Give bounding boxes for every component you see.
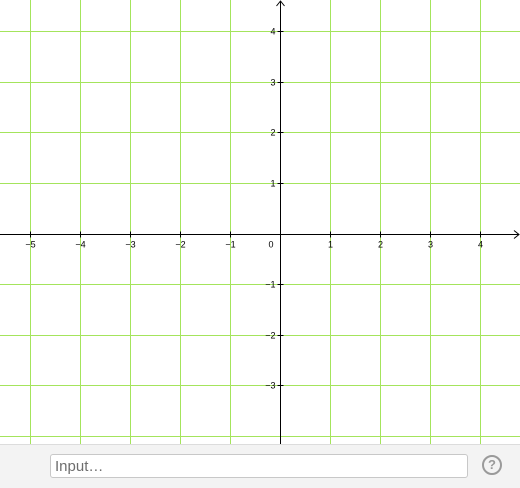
x-tick-label: −1 bbox=[225, 240, 235, 250]
algebra-input-field[interactable] bbox=[50, 454, 468, 478]
graphics-view[interactable]: −5 −4 −3 −2 −1 1 2 3 4 4 3 2 1 −1 −2 −3 0 bbox=[0, 0, 520, 444]
input-bar: ? bbox=[0, 444, 520, 488]
coordinate-plane[interactable]: −5 −4 −3 −2 −1 1 2 3 4 4 3 2 1 −1 −2 −3 0 bbox=[0, 0, 520, 444]
x-tick-label: 4 bbox=[478, 240, 483, 250]
y-tick-label: 4 bbox=[270, 27, 275, 37]
x-tick-label: −2 bbox=[175, 240, 185, 250]
y-tick-label: −1 bbox=[265, 280, 275, 290]
y-tick-label: 2 bbox=[270, 128, 275, 138]
y-tick-label: −3 bbox=[265, 381, 275, 391]
x-tick-label: −4 bbox=[75, 240, 85, 250]
x-tick-label: 3 bbox=[428, 240, 433, 250]
x-tick-label: −3 bbox=[125, 240, 135, 250]
x-tick-label: −5 bbox=[25, 240, 35, 250]
y-tick-label: 3 bbox=[270, 78, 275, 88]
x-tick-label: 1 bbox=[328, 240, 333, 250]
origin-label: 0 bbox=[268, 240, 273, 250]
y-tick-label: −2 bbox=[265, 331, 275, 341]
y-tick-label: 1 bbox=[270, 179, 275, 189]
x-tick-label: 2 bbox=[378, 240, 383, 250]
help-icon[interactable]: ? bbox=[482, 455, 502, 475]
